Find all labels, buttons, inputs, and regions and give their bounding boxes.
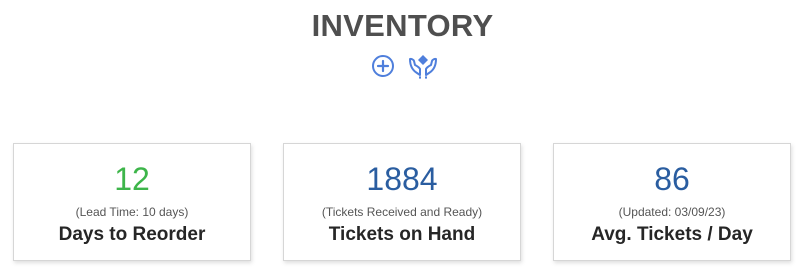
hands-holding-icon — [409, 55, 437, 79]
donate-button[interactable] — [406, 53, 440, 79]
avg-tickets-value: 86 — [654, 161, 690, 197]
plus-circle-icon — [372, 55, 394, 77]
updated-date-note: (Updated: 03/09/23) — [618, 205, 726, 219]
tickets-received-note: (Tickets Received and Ready) — [321, 205, 483, 219]
days-to-reorder-value: 12 — [114, 161, 150, 197]
add-button[interactable] — [370, 53, 396, 79]
tickets-on-hand-label: Tickets on Hand — [328, 224, 476, 245]
page-title: INVENTORY — [311, 8, 494, 43]
days-to-reorder-label: Days to Reorder — [58, 224, 206, 245]
tickets-on-hand-card: 1884 (Tickets Received and Ready) Ticket… — [283, 143, 521, 261]
lead-time-note: (Lead Time: 10 days) — [75, 205, 189, 219]
header-actions — [370, 53, 440, 79]
avg-tickets-per-day-card: 86 (Updated: 03/09/23) Avg. Tickets / Da… — [553, 143, 791, 261]
days-to-reorder-card: 12 (Lead Time: 10 days) Days to Reorder — [13, 143, 251, 261]
tickets-on-hand-value: 1884 — [366, 161, 438, 197]
avg-tickets-label: Avg. Tickets / Day — [591, 224, 753, 245]
